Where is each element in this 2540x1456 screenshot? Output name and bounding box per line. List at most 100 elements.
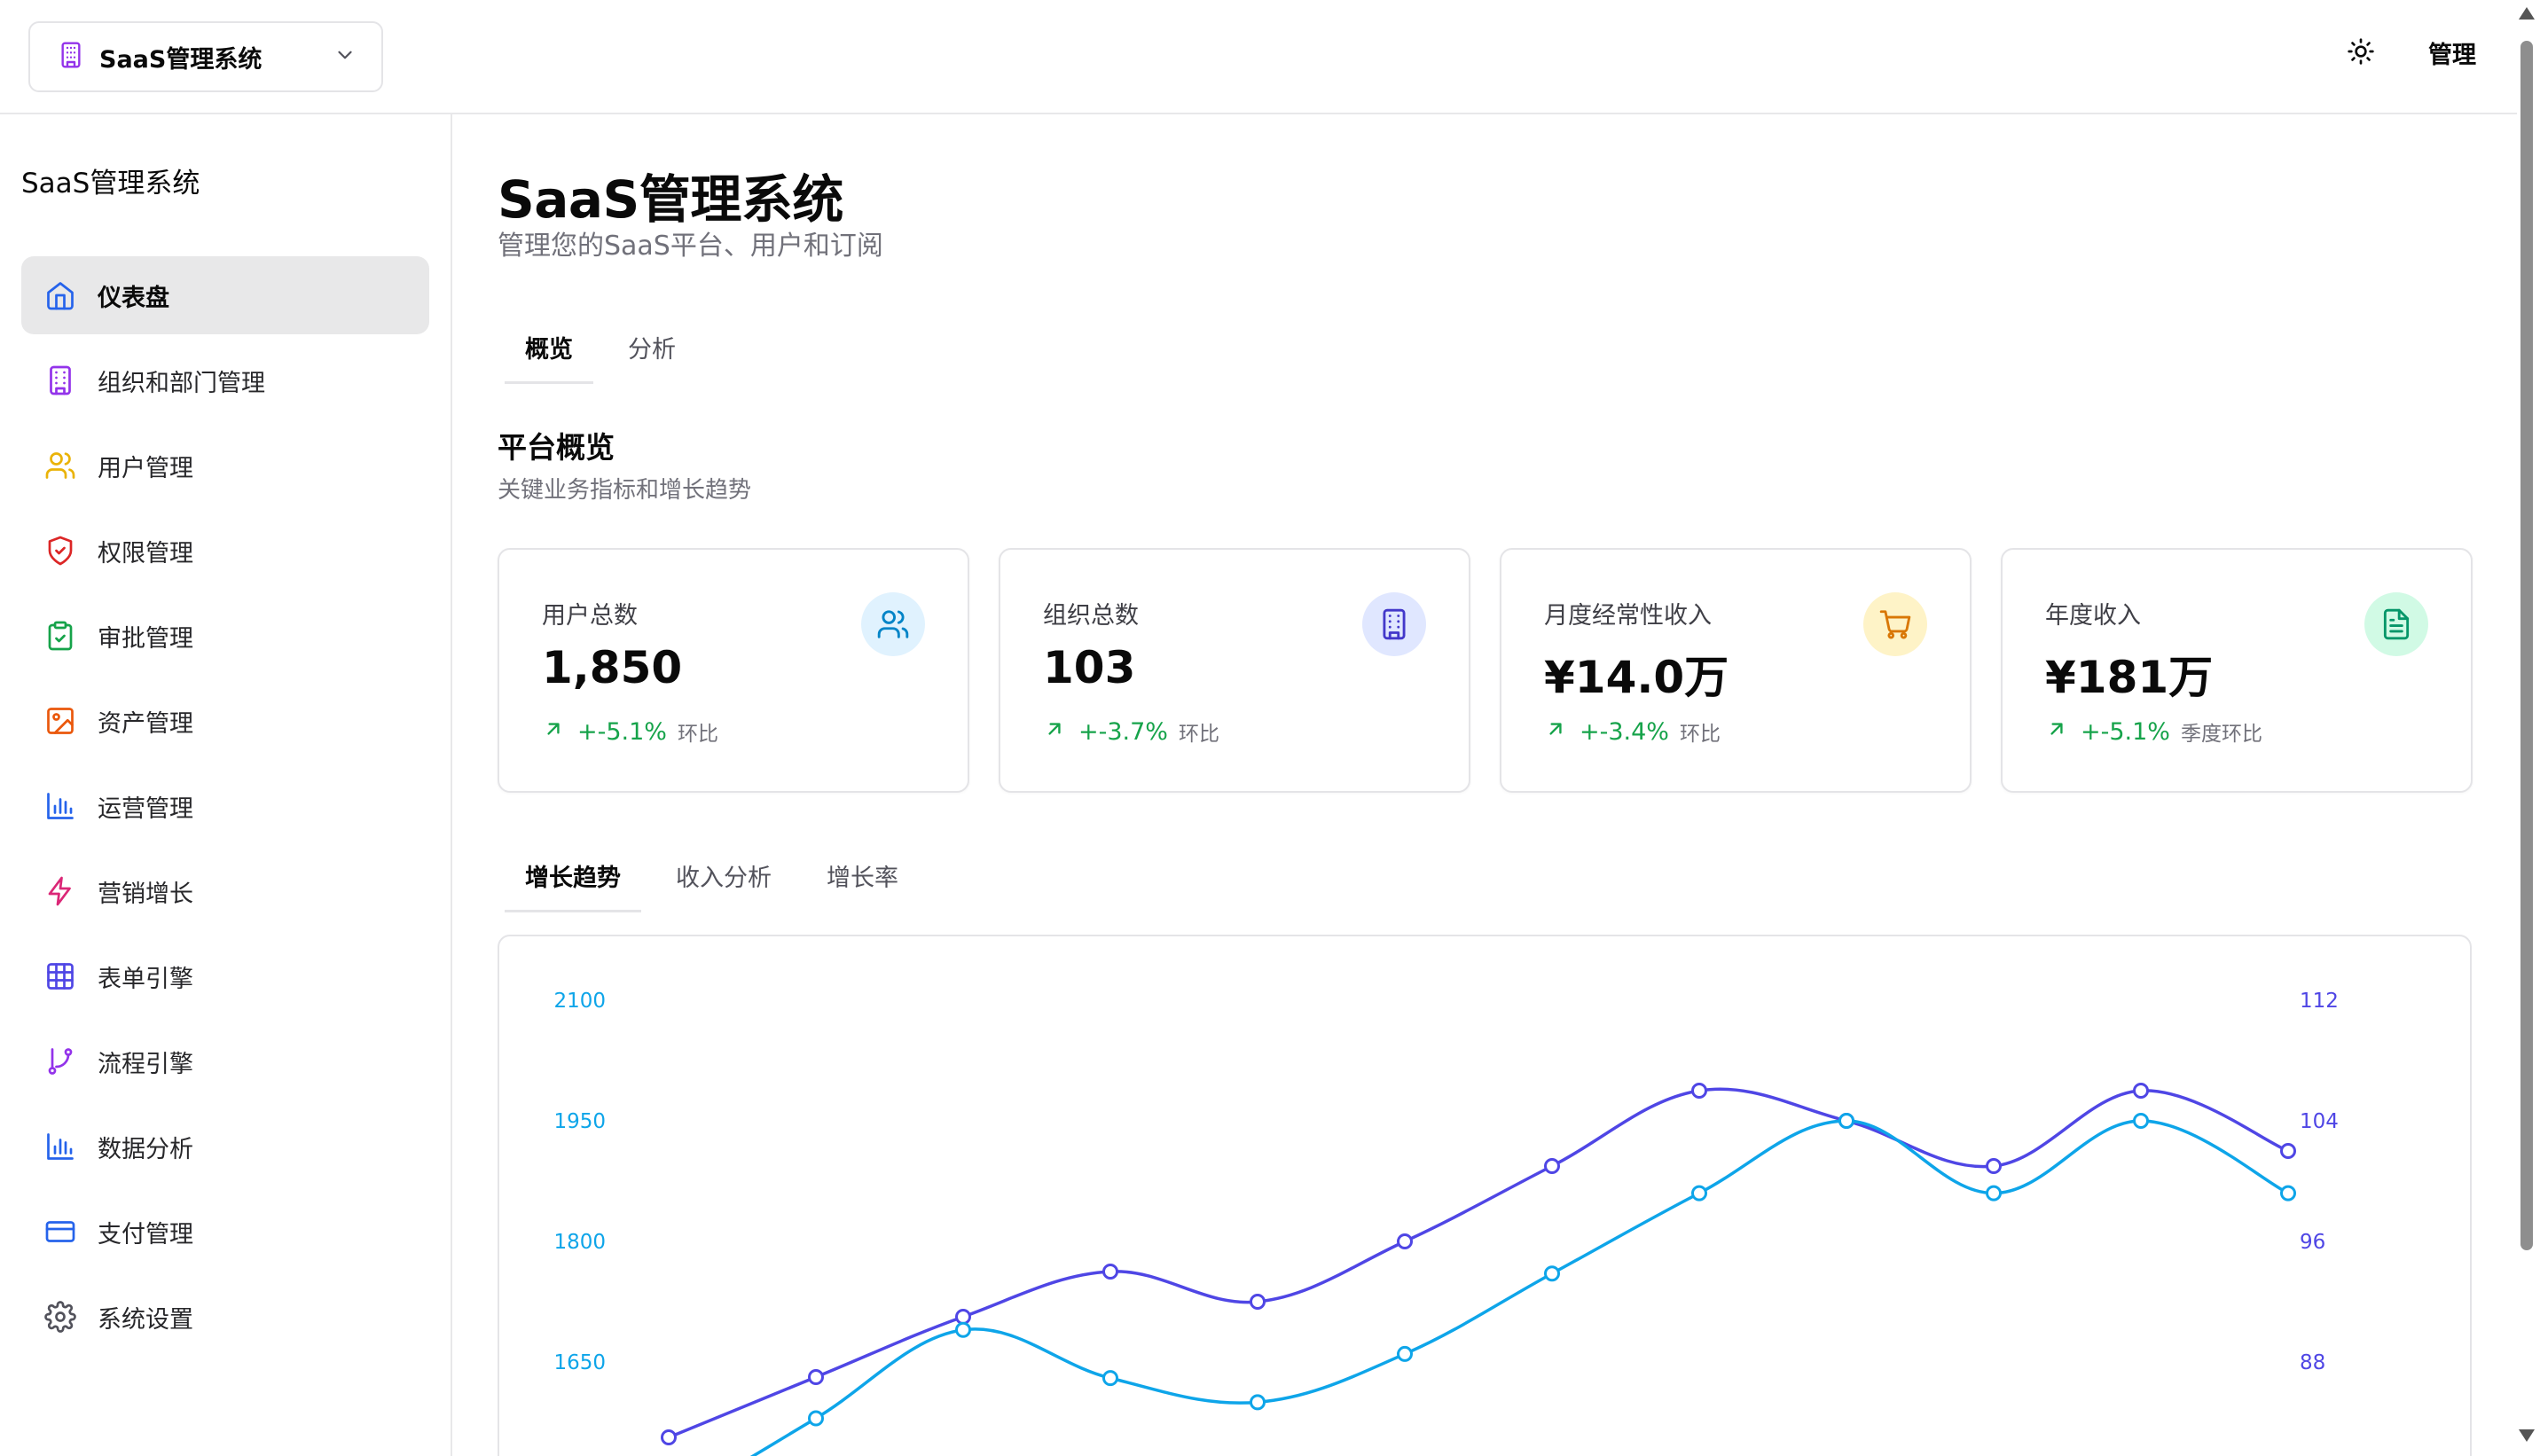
sidebar-item-label: 权限管理 bbox=[98, 539, 193, 568]
sidebar-item-label: 系统设置 bbox=[98, 1305, 193, 1334]
sidebar-item-assets[interactable]: 资产管理 bbox=[21, 682, 429, 760]
series-line-1 bbox=[749, 1119, 2289, 1456]
series-point-1 bbox=[1838, 1113, 1854, 1129]
stat-delta: +-5.1% 环比 bbox=[542, 716, 718, 747]
home-icon bbox=[43, 278, 78, 313]
users-icon bbox=[43, 448, 78, 483]
series-point-1 bbox=[1986, 1185, 2002, 1202]
users-icon bbox=[861, 592, 925, 656]
tab-overview[interactable]: 概览 bbox=[498, 321, 600, 384]
sidebar-item-label: 组织和部门管理 bbox=[98, 369, 265, 397]
stat-value: ¥14.0万 bbox=[1544, 652, 1729, 703]
tab-analysis[interactable]: 分析 bbox=[600, 321, 703, 384]
section-description: 关键业务指标和增长趋势 bbox=[498, 477, 752, 504]
series-point-0 bbox=[1986, 1158, 2002, 1174]
stat-card-total-orgs: 组织总数 103 +-3.7% 环比 bbox=[999, 548, 1470, 793]
right-axis-tick-label: 88 bbox=[2300, 1351, 2325, 1374]
credit-card-icon bbox=[43, 1214, 78, 1249]
left-axis-tick-label: 1800 bbox=[553, 1231, 606, 1254]
sidebar-item-label: 表单引擎 bbox=[98, 965, 193, 993]
git-branch-icon bbox=[43, 1044, 78, 1079]
sidebar-brand: SaaS管理系统 bbox=[21, 168, 200, 200]
sidebar-item-approvals[interactable]: 审批管理 bbox=[21, 597, 429, 675]
series-point-0 bbox=[1250, 1294, 1266, 1310]
arrow-up-right-icon bbox=[1043, 717, 1066, 747]
clipboard-check-icon bbox=[43, 618, 78, 654]
tab-growth-trend[interactable]: 增长趋势 bbox=[498, 849, 648, 912]
series-point-0 bbox=[1691, 1083, 1707, 1099]
stat-delta-compare: 季度环比 bbox=[2180, 723, 2262, 746]
chart-tabs: 增长趋势 收入分析 增长率 bbox=[498, 849, 926, 912]
stats-row: 用户总数 1,850 +-5.1% 环比 组织总数 103 +-3.7% 环比 … bbox=[498, 548, 2473, 793]
stat-delta-value: +-5.1% bbox=[577, 717, 667, 746]
series-point-1 bbox=[1250, 1394, 1266, 1411]
sidebar-item-users[interactable]: 用户管理 bbox=[21, 427, 429, 505]
sidebar-item-organizations[interactable]: 组织和部门管理 bbox=[21, 341, 429, 419]
stat-delta-compare: 环比 bbox=[1679, 723, 1721, 746]
tab-revenue-analysis[interactable]: 收入分析 bbox=[648, 849, 799, 912]
series-point-0 bbox=[808, 1369, 824, 1385]
scroll-down-arrow[interactable] bbox=[2519, 1429, 2535, 1442]
series-point-1 bbox=[1102, 1370, 1118, 1387]
chevron-down-icon bbox=[333, 43, 357, 70]
sidebar-item-operations[interactable]: 运营管理 bbox=[21, 767, 429, 845]
building-icon bbox=[1362, 592, 1426, 656]
series-point-1 bbox=[1397, 1345, 1413, 1362]
sidebar-item-data-analysis[interactable]: 数据分析 bbox=[21, 1108, 429, 1186]
sidebar-item-permissions[interactable]: 权限管理 bbox=[21, 512, 429, 590]
growth-chart-card: 2100 1950 1800 1650 112 104 96 88 bbox=[498, 935, 2472, 1456]
zap-icon bbox=[43, 873, 78, 909]
series-point-0 bbox=[1544, 1158, 1560, 1174]
file-text-icon bbox=[2364, 592, 2428, 656]
arrow-up-right-icon bbox=[542, 717, 565, 747]
bar-chart-icon bbox=[43, 1129, 78, 1164]
sidebar-item-form-engine[interactable]: 表单引擎 bbox=[21, 937, 429, 1015]
sidebar-item-label: 仪表盘 bbox=[98, 284, 169, 312]
sidebar-item-dashboard[interactable]: 仪表盘 bbox=[21, 256, 429, 334]
stat-label: 年度收入 bbox=[2045, 602, 2141, 630]
sidebar-item-label: 流程引擎 bbox=[98, 1050, 193, 1078]
sidebar-item-workflow-engine[interactable]: 流程引擎 bbox=[21, 1022, 429, 1100]
right-axis-tick-label: 104 bbox=[2300, 1110, 2339, 1133]
sidebar-item-label: 营销增长 bbox=[98, 880, 193, 908]
series-point-0 bbox=[2280, 1143, 2296, 1159]
series-point-0 bbox=[1102, 1264, 1118, 1280]
series-line-0 bbox=[668, 1087, 2289, 1439]
scroll-up-arrow[interactable] bbox=[2519, 7, 2535, 20]
building-icon bbox=[57, 41, 85, 73]
sidebar-item-marketing[interactable]: 营销增长 bbox=[21, 852, 429, 930]
sidebar-item-settings[interactable]: 系统设置 bbox=[21, 1278, 429, 1356]
stat-card-mrr: 月度经常性收入 ¥14.0万 +-3.4% 环比 bbox=[1500, 548, 1972, 793]
image-icon bbox=[43, 703, 78, 739]
stat-label: 组织总数 bbox=[1043, 602, 1139, 630]
manage-button[interactable]: 管理 bbox=[2428, 35, 2476, 70]
stat-delta-value: +-5.1% bbox=[2081, 717, 2170, 746]
stat-value: 1,850 bbox=[542, 642, 683, 693]
stat-delta: +-5.1% 季度环比 bbox=[2045, 716, 2262, 747]
series-point-1 bbox=[955, 1321, 971, 1338]
series-point-0 bbox=[661, 1429, 677, 1445]
org-switcher[interactable]: SaaS管理系统 bbox=[28, 21, 383, 92]
stat-value: 103 bbox=[1043, 642, 1136, 693]
stat-delta: +-3.4% 环比 bbox=[1544, 716, 1721, 747]
page-tabs: 概览 分析 bbox=[498, 321, 703, 384]
table-icon bbox=[43, 959, 78, 994]
scrollbar-thumb[interactable] bbox=[2520, 41, 2533, 1250]
stat-delta-compare: 环比 bbox=[1178, 723, 1219, 746]
sidebar: SaaS管理系统 仪表盘 组织和部门管理 用户管理 权限管理 审批管理 资产管理 bbox=[0, 114, 452, 1456]
left-axis-tick-label: 2100 bbox=[553, 990, 606, 1013]
series-point-1 bbox=[808, 1410, 824, 1427]
tab-growth-rate[interactable]: 增长率 bbox=[799, 849, 926, 912]
right-axis-tick-label: 96 bbox=[2300, 1231, 2325, 1254]
series-point-1 bbox=[2280, 1185, 2296, 1202]
stat-card-annual-revenue: 年度收入 ¥181万 +-5.1% 季度环比 bbox=[2001, 548, 2473, 793]
page-title: SaaS管理系统 bbox=[498, 169, 843, 230]
sun-icon[interactable] bbox=[2347, 37, 2375, 69]
sidebar-item-label: 数据分析 bbox=[98, 1135, 193, 1163]
sidebar-item-label: 资产管理 bbox=[98, 709, 193, 738]
sidebar-item-label: 审批管理 bbox=[98, 624, 193, 653]
sidebar-item-payments[interactable]: 支付管理 bbox=[21, 1193, 429, 1271]
stat-delta-compare: 环比 bbox=[677, 723, 718, 746]
series-point-1 bbox=[1691, 1185, 1707, 1202]
org-switcher-name: SaaS管理系统 bbox=[99, 45, 263, 74]
